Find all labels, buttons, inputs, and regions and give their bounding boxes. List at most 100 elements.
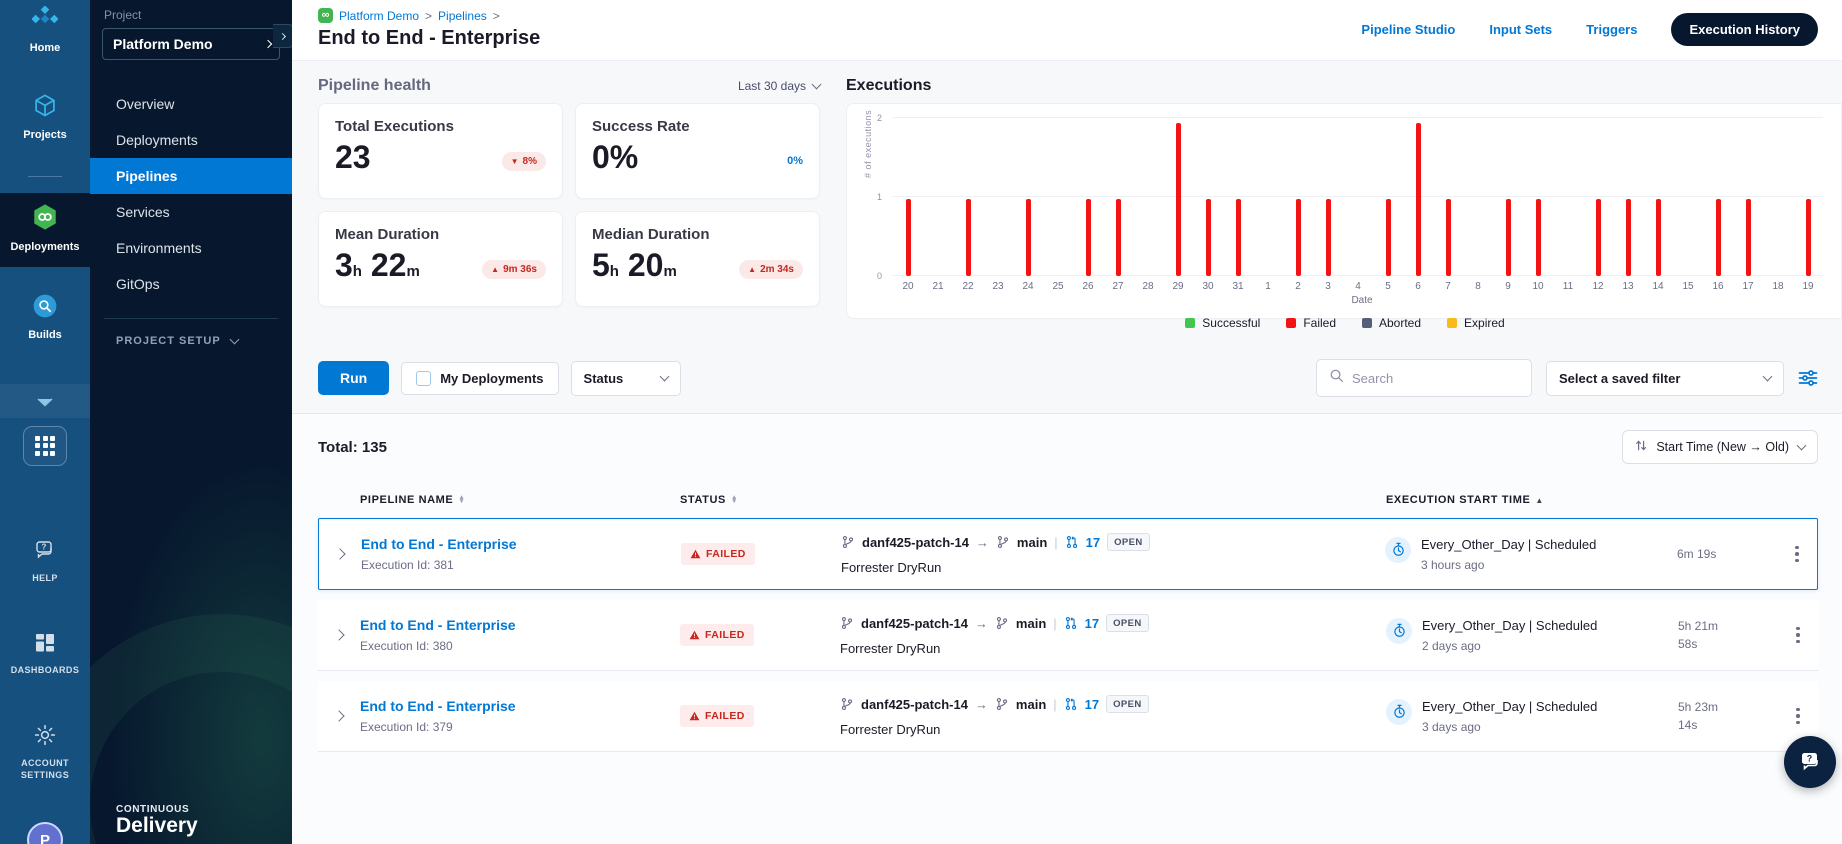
failed-bar[interactable] [1535,199,1541,276]
failed-bar[interactable] [1205,199,1211,276]
row-menu-button[interactable] [1777,542,1817,567]
run-button[interactable]: Run [318,361,390,395]
pipeline-name-link[interactable]: End to End - Enterprise [360,617,680,633]
bar-slot [1073,118,1103,276]
breadcrumb-project-link[interactable]: Platform Demo [339,9,419,23]
tab-pipeline-studio[interactable]: Pipeline Studio [1361,22,1455,37]
source-branch[interactable]: danf425-patch-14 [862,535,969,550]
target-branch[interactable]: main [1016,697,1046,712]
saved-filter-dropdown[interactable]: Select a saved filter [1546,360,1784,396]
rail-item-account-settings[interactable]: ACCOUNT SETTINGS [0,713,90,791]
y-tick-label: 2 [877,113,883,123]
chevron-down-icon [37,394,53,412]
my-deployments-checkbox[interactable]: My Deployments [401,361,559,395]
table-row[interactable]: End to End - Enterprise Execution Id: 37… [318,681,1818,752]
start-time-relative: 3 hours ago [1421,557,1485,572]
user-avatar[interactable]: P [27,822,63,844]
table-row[interactable]: End to End - Enterprise Execution Id: 38… [318,518,1818,590]
legend-item-failed[interactable]: Failed [1286,316,1336,330]
failed-bar[interactable] [1715,199,1721,276]
pr-number-link[interactable]: 17 [1085,616,1099,631]
grid-icon [35,435,55,456]
source-branch[interactable]: danf425-patch-14 [861,616,968,631]
failed-bar[interactable] [965,199,971,276]
pipeline-name-link[interactable]: End to End - Enterprise [361,536,681,552]
x-tick-label: 19 [1802,281,1814,292]
failed-bar[interactable] [1625,199,1631,276]
legend-item-expired[interactable]: Expired [1447,316,1505,330]
failed-bar[interactable] [1745,199,1751,276]
module-grid-button[interactable] [23,425,67,466]
rail-item-home[interactable]: Home [0,0,90,67]
pr-number-link[interactable]: 17 [1085,697,1099,712]
row-expand-chevron[interactable] [318,629,360,641]
status-filter-dropdown[interactable]: Status [570,360,681,396]
column-status[interactable]: STATUS ▲ ▼ [680,494,840,506]
target-branch[interactable]: main [1017,535,1047,550]
rail-item-deployments[interactable]: Deployments [0,193,90,267]
table-row[interactable]: End to End - Enterprise Execution Id: 38… [318,600,1818,671]
tab-input-sets[interactable]: Input Sets [1489,22,1552,37]
sidebar-item-pipelines[interactable]: Pipelines [90,158,292,194]
row-expand-chevron[interactable] [318,710,360,722]
rail-item-projects[interactable]: Projects [0,83,90,154]
failed-bar[interactable] [1595,199,1601,276]
legend-item-successful[interactable]: Successful [1185,316,1260,330]
chevron-right-icon [278,32,287,40]
y-tick-label: 0 [877,271,883,281]
rail-item-builds[interactable]: Builds [0,283,90,354]
column-execution-start-time[interactable]: EXECUTION START TIME ▲ [1386,494,1678,506]
failed-bar[interactable] [1415,122,1421,276]
page-header: ∞ Platform Demo > Pipelines > End to End… [292,0,1842,61]
column-pipeline-name[interactable]: PIPELINE NAME ▲ ▼ [360,494,680,506]
source-branch[interactable]: danf425-patch-14 [861,697,968,712]
row-menu-button[interactable] [1778,623,1818,648]
sidebar-collapse-button[interactable] [273,24,292,48]
failed-bar[interactable] [1085,199,1091,276]
legend-item-aborted[interactable]: Aborted [1362,316,1421,330]
failed-bar[interactable] [1655,199,1661,276]
tab-triggers[interactable]: Triggers [1586,22,1637,37]
failed-bar[interactable] [1385,199,1391,276]
target-branch[interactable]: main [1016,616,1046,631]
sidebar-item-services[interactable]: Services [90,194,292,230]
failed-bar[interactable] [1025,199,1031,276]
failed-bar[interactable] [1115,199,1121,276]
avatar-letter: P [39,831,50,844]
row-menu-button[interactable] [1778,704,1818,729]
search-input[interactable] [1352,370,1519,386]
rail-item-help[interactable]: ? HELP [0,530,90,595]
rail-item-dashboards[interactable]: DASHBOARDS [0,622,90,687]
sort-dropdown[interactable]: Start Time (New → Old) [1622,430,1818,464]
filter-sliders-button[interactable] [1798,370,1818,386]
tab-execution-history[interactable]: Execution History [1671,12,1818,46]
row-expand-chevron[interactable] [319,548,361,560]
pr-number-link[interactable]: 17 [1086,535,1100,550]
rail-collapse-button[interactable] [0,383,90,418]
trigger-info: Every_Other_Day | Scheduled [1421,536,1597,552]
warning-icon [690,549,701,559]
failed-bar[interactable] [1325,199,1331,276]
bar-slot [1013,118,1043,276]
project-selector[interactable]: Platform Demo [102,28,280,60]
help-chat-fab[interactable]: ? [1784,736,1836,788]
failed-bar[interactable] [1505,199,1511,276]
failed-bar[interactable] [1235,199,1241,276]
sidebar-item-gitops[interactable]: GitOps [90,266,292,302]
pipeline-name-link[interactable]: End to End - Enterprise [360,698,680,714]
breadcrumb-pipelines-link[interactable]: Pipelines [438,9,487,23]
failed-bar[interactable] [1175,122,1181,276]
failed-bar[interactable] [1445,199,1451,276]
svg-text:?: ? [42,542,47,551]
app-root: Home Projects Deployments Builds ? HELP … [0,0,1842,844]
sidebar-item-environments[interactable]: Environments [90,230,292,266]
sidebar-item-deployments[interactable]: Deployments [90,122,292,158]
x-tick-label: 27 [1112,281,1124,292]
time-range-select[interactable]: Last 30 days [738,79,822,93]
sidebar-item-overview[interactable]: Overview [90,86,292,122]
project-setup-toggle[interactable]: PROJECT SETUP [90,319,292,347]
failed-bar[interactable] [1805,199,1811,276]
executions-table: Total: 135 Start Time (New → Old) PIPELI… [292,413,1842,844]
failed-bar[interactable] [1295,199,1301,276]
failed-bar[interactable] [905,199,911,276]
